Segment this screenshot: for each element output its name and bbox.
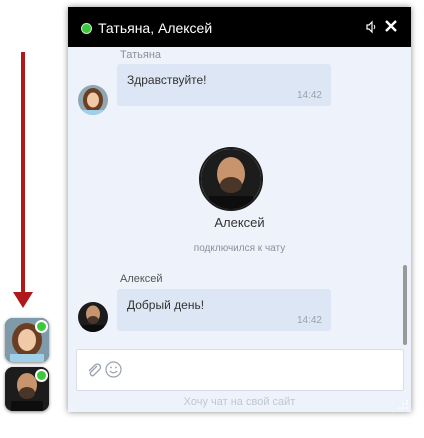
sound-icon[interactable] [365, 20, 379, 34]
message-avatar [78, 302, 108, 332]
chat-header: Татьяна, Алексей [68, 7, 411, 47]
joined-avatar [199, 147, 263, 211]
message-bubble: Добрый день! 14:42 [117, 289, 331, 331]
message-input[interactable] [76, 349, 404, 391]
resize-grip-icon[interactable] [399, 400, 409, 410]
message-list: Татьяна Здравствуйте! 14:42 Алексей подк… [68, 47, 411, 347]
scrollbar[interactable] [403, 265, 407, 345]
message-text: Добрый день! [127, 298, 205, 312]
online-indicator [35, 320, 48, 333]
down-arrow [21, 52, 25, 296]
status-online-icon [81, 23, 92, 34]
message-bubble: Здравствуйте! 14:42 [117, 64, 331, 106]
promo-link[interactable]: Хочу чат на свой сайт [68, 396, 411, 408]
attach-icon[interactable] [86, 362, 102, 378]
joined-name: Алексей [214, 215, 265, 230]
chat-title: Татьяна, Алексей [98, 20, 213, 36]
message-time: 14:42 [296, 90, 322, 101]
message-time: 14:42 [296, 315, 322, 326]
chat-window: Татьяна, Алексей Татьяна Здравствуйте! 1… [68, 7, 411, 412]
sender-name: Татьяна [120, 49, 162, 61]
message-text: Здравствуйте! [127, 73, 207, 87]
close-icon[interactable] [384, 19, 398, 33]
message-avatar [78, 85, 108, 115]
emoji-icon[interactable] [105, 361, 122, 378]
joined-text: подключился к чату [193, 243, 286, 254]
online-indicator [35, 369, 48, 382]
down-arrow-head [13, 292, 33, 308]
sender-name: Алексей [120, 273, 163, 285]
